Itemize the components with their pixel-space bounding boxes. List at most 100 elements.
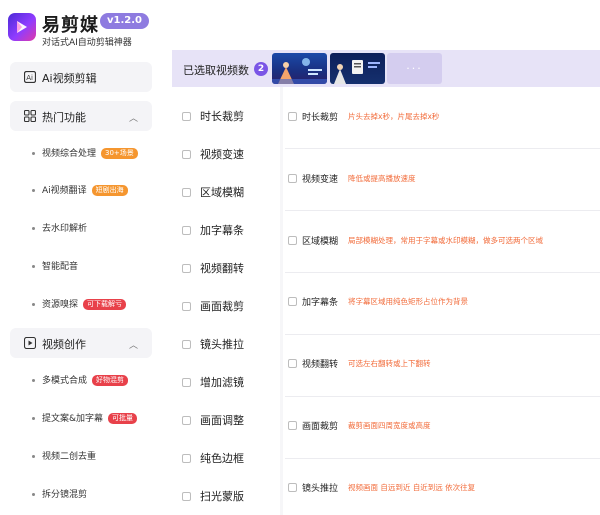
row-divider [285,458,600,459]
feature-subtitle-bar[interactable]: 加字幕条 [172,220,275,240]
sidebar-item-label: 资源嗅探 [42,300,79,310]
detail-description: 降低或提高播放速度 [348,174,416,183]
feature-speed-change[interactable]: 视频变速 [172,144,275,164]
checkbox[interactable] [288,174,297,183]
checkbox[interactable] [288,359,297,368]
row-divider [285,396,600,397]
detail-row-zoom-push-pull[interactable]: 镜头推拉 视频画面 自远到近 自近到远 依次往复 [285,477,600,497]
nav-group-hot-features[interactable]: 热门功能 ︿ [10,101,152,131]
detail-description: 片头去掉x秒，片尾去掉x秒 [348,112,440,121]
sidebar-item-label: 智能配音 [42,262,79,272]
detail-row-frame-crop[interactable]: 画面裁剪 裁剪画面四周宽度或高度 [285,415,600,435]
app-name: 易剪媒 [42,15,99,36]
feature-tag: 短剧出海 [91,185,128,196]
checkbox[interactable] [182,340,191,349]
more-videos-placeholder[interactable]: ··· [387,53,442,84]
sidebar-item-smart-dubbing[interactable]: 智能配音 [32,259,78,275]
bullet-icon [32,493,35,496]
sidebar-item-label: 多模式合成 [42,376,88,386]
checkbox[interactable] [182,226,191,235]
sidebar-item-watermark-removal[interactable]: 去水印解析 [32,221,87,237]
feature-tag: 30+场景 [101,148,138,159]
sidebar-item-video-dedupe[interactable]: 视频二创去重 [32,449,96,465]
row-divider [285,272,600,273]
detail-row-duration-trim[interactable]: 时长裁剪 片头去掉x秒，片尾去掉x秒 [285,106,600,126]
nav-group-label: 视频创作 [42,338,86,351]
sidebar-item-label: 提文案&加字幕 [42,414,104,424]
sidebar: 易剪媒 v1.2.0 对话式AI自动剪辑神器 Ai Ai视频剪辑 热门功能 ︿ … [0,0,163,515]
checkbox[interactable] [182,454,191,463]
selected-videos-bar: 已选取视频数 2 ··· [172,50,600,87]
feature-add-filter[interactable]: 增加滤镜 [172,372,275,392]
checkbox[interactable] [288,112,297,121]
checkbox[interactable] [288,297,297,306]
sidebar-item-resource-sniffer[interactable]: 资源嗅探 可下载解亏 [32,297,127,313]
checkbox[interactable] [182,112,191,121]
checkbox[interactable] [182,150,191,159]
bullet-icon [32,152,35,155]
feature-tag: 可下载解亏 [83,299,127,310]
checkbox[interactable] [182,302,191,311]
checkbox[interactable] [182,416,191,425]
nav-group-label: 热门功能 [42,111,86,124]
feature-zoom-push-pull[interactable]: 镜头推拉 [172,334,275,354]
checkbox[interactable] [288,483,297,492]
feature-label: 时长裁剪 [200,110,244,123]
checkbox[interactable] [182,378,191,387]
checkbox[interactable] [182,188,191,197]
checkbox[interactable] [288,236,297,245]
bullet-icon [32,189,35,192]
bullet-icon [32,417,35,420]
more-dots: ··· [406,62,423,75]
app-tagline: 对话式AI自动剪辑神器 [42,38,132,48]
feature-sweep-mask[interactable]: 扫光蒙版 [172,486,275,506]
chevron-up-icon[interactable]: ︿ [129,338,138,351]
feature-label: 加字幕条 [200,224,244,237]
detail-description: 局部模糊处理，常用于字幕或水印模糊，做多可选两个区域 [348,236,543,245]
sidebar-item-label: Ai视频翻译 [42,186,87,196]
detail-row-area-blur[interactable]: 区域模糊 局部模糊处理，常用于字幕或水印模糊，做多可选两个区域 [285,230,600,250]
bullet-icon [32,227,35,230]
checkbox[interactable] [288,421,297,430]
bullet-icon [32,455,35,458]
detail-row-subtitle-bar[interactable]: 加字幕条 将字幕区域用纯色矩形占位作为背景 [285,291,600,311]
sidebar-item-video-processing[interactable]: 视频综合处理 30+场景 [32,146,138,162]
detail-description: 可选左右翻转或上下翻转 [348,359,431,368]
detail-row-video-flip[interactable]: 视频翻转 可选左右翻转或上下翻转 [285,353,600,373]
sidebar-item-ai-translate[interactable]: Ai视频翻译 短剧出海 [32,183,128,199]
nav-ai-label: Ai视频剪辑 [42,72,97,85]
feature-duration-trim[interactable]: 时长裁剪 [172,106,275,126]
detail-label: 区域模糊 [302,237,339,247]
sidebar-item-extract-subtitles[interactable]: 提文案&加字幕 可批量 [32,411,138,427]
feature-area-blur[interactable]: 区域模糊 [172,182,275,202]
feature-video-flip[interactable]: 视频翻转 [172,258,275,278]
detail-description: 裁剪画面四周宽度或高度 [348,421,431,430]
chevron-up-icon[interactable]: ︿ [129,111,138,124]
feature-image-adjust[interactable]: 画面调整 [172,410,275,430]
detail-label: 视频变速 [302,175,339,185]
feature-label: 视频变速 [200,148,244,161]
row-divider [285,334,600,335]
nav-group-video-creation[interactable]: 视频创作 ︿ [10,328,152,358]
bullet-icon [32,265,35,268]
nav-ai-video-edit[interactable]: Ai Ai视频剪辑 [10,62,152,92]
sidebar-item-label: 视频二创去重 [42,452,97,462]
feature-label: 扫光蒙版 [200,490,244,503]
feature-label: 镜头推拉 [200,338,244,351]
detail-description: 视频画面 自远到近 自近到远 依次往复 [348,483,476,492]
checkbox[interactable] [182,264,191,273]
feature-label: 画面裁剪 [200,300,244,313]
feature-solid-border[interactable]: 纯色边框 [172,448,275,468]
bullet-icon [32,379,35,382]
selected-videos-label: 已选取视频数 [183,64,249,77]
video-thumbnail[interactable] [330,53,385,84]
video-thumbnail[interactable] [272,53,327,84]
sidebar-item-label: 拆分镜混剪 [42,490,88,500]
sidebar-item-multi-mode-compose[interactable]: 多模式合成 好物混剪 [32,373,129,389]
sidebar-item-split-remix[interactable]: 拆分镜混剪 [32,487,87,503]
detail-row-speed-change[interactable]: 视频变速 降低或提高播放速度 [285,168,600,188]
checkbox[interactable] [182,492,191,501]
feature-frame-crop[interactable]: 画面裁剪 [172,296,275,316]
row-divider [285,148,600,149]
column-divider [280,87,283,515]
